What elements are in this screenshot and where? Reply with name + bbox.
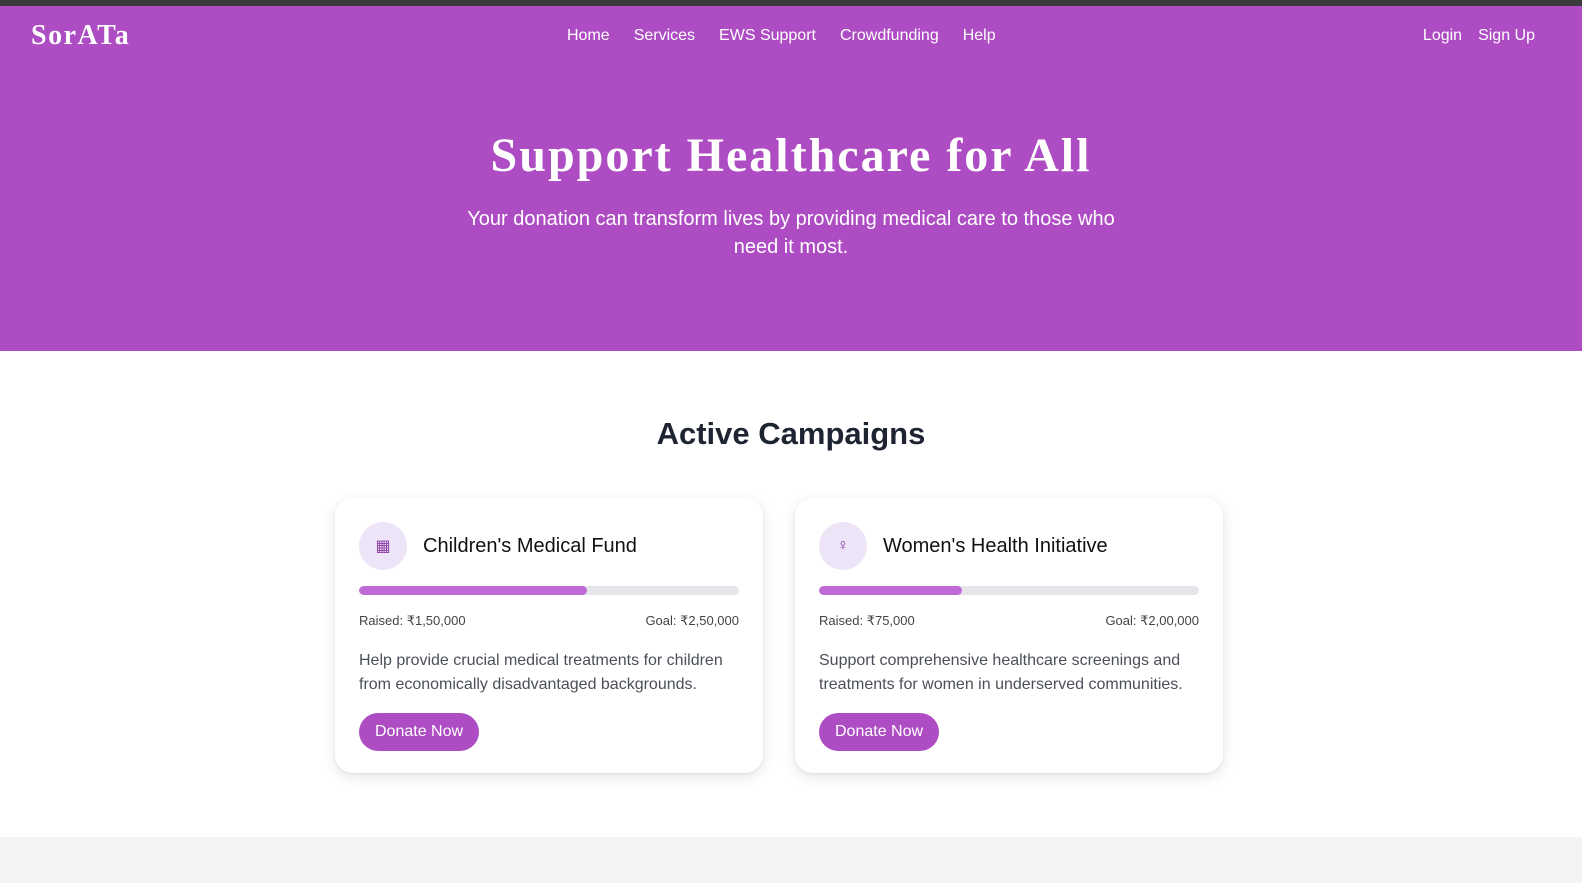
raised-amount: Raised: ₹75,000 xyxy=(819,613,915,628)
nav-link-ews-support[interactable]: EWS Support xyxy=(719,27,816,45)
hero-section: SorATa Home Services EWS Support Crowdfu… xyxy=(0,6,1582,351)
progress-bar xyxy=(819,586,1199,595)
nav-links: Home Services EWS Support Crowdfunding H… xyxy=(567,6,996,66)
nav-link-services[interactable]: Services xyxy=(634,27,695,45)
signup-link[interactable]: Sign Up xyxy=(1478,27,1535,45)
campaign-card-childrens-medical-fund: ▦ Children's Medical Fund Raised: ₹1,50,… xyxy=(335,498,763,773)
campaign-cards: ▦ Children's Medical Fund Raised: ₹1,50,… xyxy=(335,498,1223,773)
nav-link-help[interactable]: Help xyxy=(963,27,996,45)
amounts-row: Raised: ₹1,50,000 Goal: ₹2,50,000 xyxy=(359,613,739,629)
amounts-row: Raised: ₹75,000 Goal: ₹2,00,000 xyxy=(819,613,1199,629)
card-title: Children's Medical Fund xyxy=(423,534,637,557)
campaign-card-womens-health-initiative: ♀ Women's Health Initiative Raised: ₹75,… xyxy=(795,498,1223,773)
card-title: Women's Health Initiative xyxy=(883,534,1108,557)
nav-link-home[interactable]: Home xyxy=(567,27,610,45)
nav-link-crowdfunding[interactable]: Crowdfunding xyxy=(840,27,939,45)
donate-now-button[interactable]: Donate Now xyxy=(359,713,480,751)
hero-subtitle: Your donation can transform lives by pro… xyxy=(467,208,1115,258)
progress-fill xyxy=(819,586,962,595)
woman-icon: ♀ xyxy=(819,522,867,570)
auth-links: Login Sign Up xyxy=(1423,27,1535,45)
site-logo[interactable]: SorATa xyxy=(31,20,130,52)
card-header: ▦ Children's Medical Fund xyxy=(359,522,739,570)
login-link[interactable]: Login xyxy=(1423,27,1462,45)
hero-title: Support Healthcare for All xyxy=(490,129,1092,182)
card-header: ♀ Women's Health Initiative xyxy=(819,522,1199,570)
goal-amount: Goal: ₹2,00,000 xyxy=(1105,613,1199,628)
donate-now-button[interactable]: Donate Now xyxy=(819,713,940,751)
footer-band xyxy=(0,837,1582,883)
section-title: Active Campaigns xyxy=(656,416,926,451)
navbar: SorATa Home Services EWS Support Crowdfu… xyxy=(0,6,1582,66)
hospital-icon: ▦ xyxy=(359,522,407,570)
card-description: Support comprehensive healthcare screeni… xyxy=(819,652,1183,693)
goal-amount: Goal: ₹2,50,000 xyxy=(645,613,739,628)
card-description: Help provide crucial medical treatments … xyxy=(359,652,723,693)
progress-fill xyxy=(359,586,587,595)
raised-amount: Raised: ₹1,50,000 xyxy=(359,613,466,628)
campaigns-section: Active Campaigns ▦ Children's Medical Fu… xyxy=(0,351,1582,837)
progress-bar xyxy=(359,586,739,595)
